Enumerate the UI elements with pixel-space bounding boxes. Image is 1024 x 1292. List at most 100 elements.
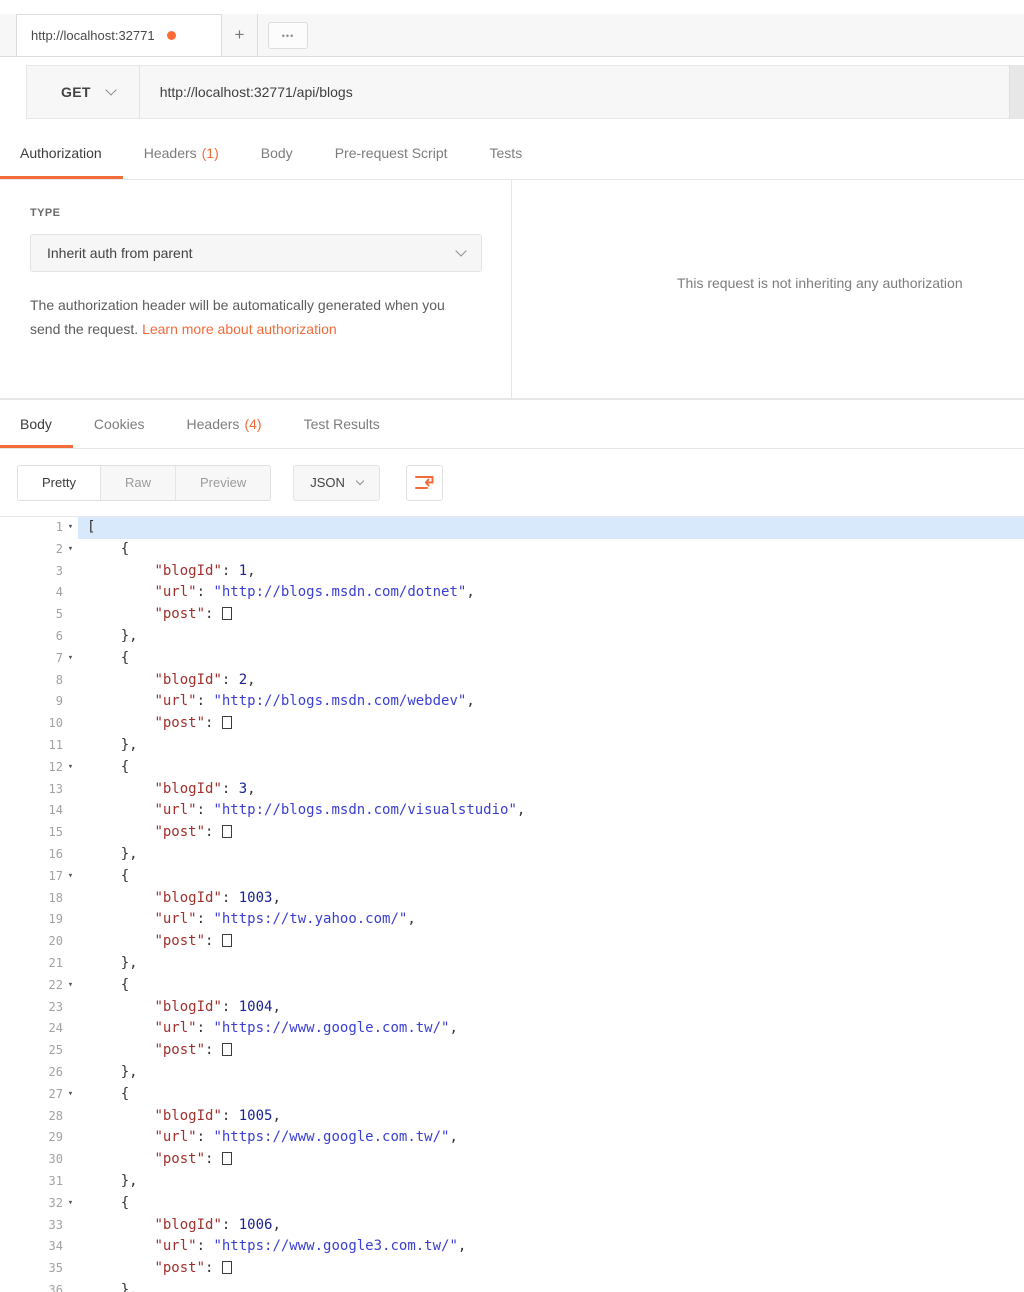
line-number: 28 bbox=[48, 1108, 63, 1123]
gutter: 33 bbox=[0, 1215, 78, 1237]
open-request-tab[interactable]: http://localhost:32771 bbox=[16, 14, 222, 56]
line-number: 6 bbox=[55, 628, 63, 643]
line-number: 16 bbox=[48, 846, 63, 861]
gutter: 25 bbox=[0, 1040, 78, 1062]
fold-toggle-icon[interactable]: ▾ bbox=[63, 1193, 78, 1215]
code-line: 2 ▾ { bbox=[0, 539, 1024, 561]
gutter: 11 bbox=[0, 735, 78, 757]
line-number: 4 bbox=[55, 585, 63, 600]
gutter: 7 ▾ bbox=[0, 648, 78, 670]
line-number: 24 bbox=[48, 1021, 63, 1036]
gutter: 2 ▾ bbox=[0, 539, 78, 561]
code-line-content: }, bbox=[87, 1063, 138, 1080]
fold-toggle-icon[interactable]: ▾ bbox=[63, 1084, 78, 1106]
code-line: 25 "post": bbox=[0, 1040, 1024, 1062]
code-line-content: "url": "https://www.google.com.tw/", bbox=[154, 1020, 458, 1037]
inherit-auth-message: This request is not inheriting any autho… bbox=[677, 275, 963, 291]
request-tab-bar: http://localhost:32771 + ••• bbox=[0, 14, 1024, 57]
fold-toggle-icon[interactable]: ▾ bbox=[63, 757, 78, 779]
tab-count-badge: (1) bbox=[201, 145, 219, 161]
code-line: 28 "blogId": 1005, bbox=[0, 1106, 1024, 1128]
collapsed-empty-array-icon[interactable] bbox=[221, 716, 232, 730]
tab-body[interactable]: Body bbox=[240, 127, 314, 179]
auth-help-text: The authorization header will be automat… bbox=[30, 293, 454, 341]
new-tab-button[interactable]: + bbox=[222, 14, 258, 56]
collapsed-empty-array-icon[interactable] bbox=[221, 607, 232, 621]
code-line-content: { bbox=[87, 540, 130, 557]
wrap-lines-button[interactable] bbox=[405, 464, 443, 501]
response-body-editor[interactable]: 1 ▾[2 ▾ {3 "blogId": 1, 4 "url": "http://bl… bbox=[0, 517, 1024, 1292]
mode-pretty[interactable]: Pretty bbox=[18, 465, 101, 500]
line-number: 34 bbox=[48, 1239, 63, 1254]
tab-tests[interactable]: Tests bbox=[469, 127, 544, 179]
tab-test-results[interactable]: Test Results bbox=[283, 400, 401, 448]
collapsed-empty-array-icon[interactable] bbox=[221, 934, 232, 948]
tab-pre-request-script[interactable]: Pre-request Script bbox=[314, 127, 469, 179]
code-line-content: "post": bbox=[78, 713, 1024, 735]
gutter: 27 ▾ bbox=[0, 1084, 78, 1106]
fold-toggle-icon[interactable]: ▾ bbox=[63, 866, 78, 888]
collapsed-empty-array-icon[interactable] bbox=[221, 1043, 232, 1057]
tab-response-headers[interactable]: Headers (4) bbox=[166, 400, 283, 448]
language-dropdown[interactable]: JSON bbox=[293, 464, 380, 501]
code-line-content: "post": bbox=[78, 822, 1024, 844]
collapsed-empty-array-icon[interactable] bbox=[221, 1261, 232, 1275]
gutter: 35 bbox=[0, 1258, 78, 1280]
learn-more-link[interactable]: Learn more about authorization bbox=[142, 321, 337, 337]
code-line: 7 ▾ { bbox=[0, 648, 1024, 670]
tab-label: Body bbox=[20, 416, 52, 432]
collapsed-empty-array-icon[interactable] bbox=[221, 825, 232, 839]
code-line: 23 "blogId": 1004, bbox=[0, 997, 1024, 1019]
code-line: 33 "blogId": 1006, bbox=[0, 1215, 1024, 1237]
code-line: 24 "url": "https://www.google.com.tw/", bbox=[0, 1018, 1024, 1040]
tab-response-body[interactable]: Body bbox=[0, 400, 73, 448]
line-number: 5 bbox=[55, 607, 63, 622]
collapsed-empty-array-icon[interactable] bbox=[221, 1152, 232, 1166]
line-number: 1 bbox=[55, 520, 63, 534]
auth-type-dropdown[interactable]: Inherit auth from parent bbox=[30, 234, 482, 272]
chevron-down-icon bbox=[105, 84, 117, 96]
line-number: 7 bbox=[55, 650, 63, 665]
mode-preview[interactable]: Preview bbox=[176, 466, 270, 500]
gutter: 28 bbox=[0, 1106, 78, 1128]
gutter: 22 ▾ bbox=[0, 975, 78, 997]
gutter: 9 bbox=[0, 691, 78, 713]
code-line-content: "url": "http://blogs.msdn.com/dotnet", bbox=[154, 584, 475, 601]
gutter: 8 bbox=[0, 670, 78, 692]
fold-toggle-icon[interactable]: ▾ bbox=[63, 517, 78, 539]
gutter: 1 ▾ bbox=[0, 517, 78, 539]
line-number: 12 bbox=[48, 759, 63, 774]
response-section-tabs: Body Cookies Headers (4) Test Results bbox=[0, 399, 1024, 449]
fold-toggle-icon[interactable]: ▾ bbox=[63, 975, 78, 997]
fold-toggle-icon[interactable]: ▾ bbox=[63, 539, 78, 561]
line-number: 13 bbox=[48, 781, 63, 796]
code-line: 18 "blogId": 1003, bbox=[0, 888, 1024, 910]
code-line-content: }, bbox=[87, 845, 138, 862]
fold-toggle-icon[interactable]: ▾ bbox=[63, 648, 78, 670]
method-dropdown[interactable]: GET bbox=[27, 66, 139, 118]
code-line-content: "post": bbox=[78, 604, 1024, 626]
code-line-content: { bbox=[87, 867, 130, 884]
code-line-content: }, bbox=[87, 736, 138, 753]
line-number: 21 bbox=[48, 955, 63, 970]
code-line: 14 "url": "http://blogs.msdn.com/visuals… bbox=[0, 800, 1024, 822]
line-number: 27 bbox=[48, 1086, 63, 1101]
code-line-content: }, bbox=[87, 954, 138, 971]
tab-cookies[interactable]: Cookies bbox=[73, 400, 166, 448]
url-input[interactable]: http://localhost:32771/api/blogs bbox=[160, 84, 353, 100]
code-line-content: [ bbox=[78, 517, 1024, 539]
more-tabs-button[interactable]: ••• bbox=[268, 22, 308, 49]
tab-headers[interactable]: Headers (1) bbox=[123, 127, 240, 179]
code-line-content: "post": bbox=[78, 1258, 1024, 1280]
tab-label: Headers bbox=[143, 145, 197, 161]
line-number: 3 bbox=[55, 563, 63, 578]
language-value: JSON bbox=[310, 475, 345, 490]
mode-raw[interactable]: Raw bbox=[101, 465, 176, 500]
code-line: 31 }, bbox=[0, 1171, 1024, 1193]
code-line-content: "post": bbox=[78, 931, 1024, 953]
tab-label: Cookies bbox=[93, 416, 145, 432]
gutter: 34 bbox=[0, 1236, 78, 1258]
code-line: 6 }, bbox=[0, 626, 1024, 648]
wrap-lines-icon bbox=[414, 476, 434, 489]
tab-authorization[interactable]: Authorization bbox=[0, 127, 123, 179]
